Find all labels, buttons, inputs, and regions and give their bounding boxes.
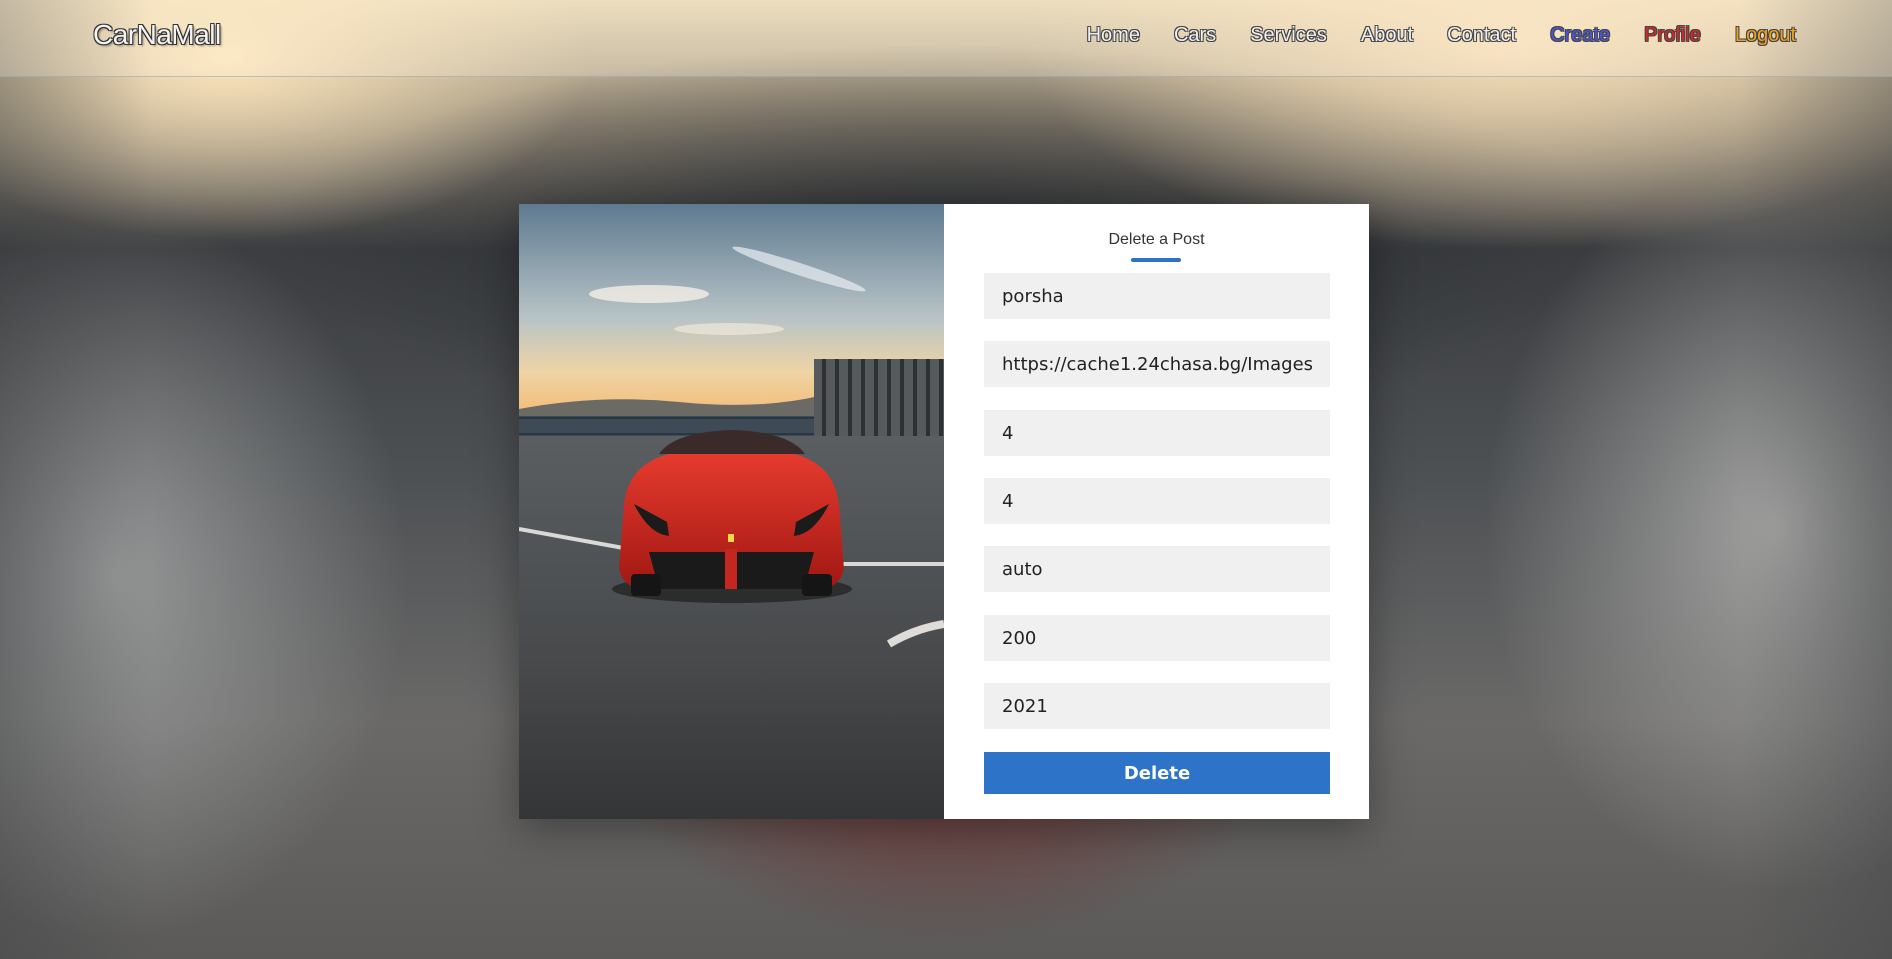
form-title: Delete a Post	[1108, 231, 1205, 248]
site-logo[interactable]: CarNaMall	[93, 19, 221, 51]
nav-create[interactable]: Create	[1550, 24, 1610, 47]
nav-about[interactable]: About	[1361, 24, 1413, 47]
nav-contact[interactable]: Contact	[1447, 24, 1516, 47]
price-input[interactable]	[984, 615, 1330, 661]
nav-logout[interactable]: Logout	[1735, 24, 1796, 47]
seats-input[interactable]	[984, 410, 1330, 456]
nav-cars[interactable]: Cars	[1174, 24, 1216, 47]
title-underline	[1131, 258, 1181, 262]
image-url-input[interactable]	[984, 341, 1330, 387]
car-photo	[519, 204, 944, 819]
make-input[interactable]	[984, 273, 1330, 319]
delete-button[interactable]: Delete	[984, 752, 1330, 794]
main-nav: Home Cars Services About Contact Create …	[1087, 24, 1796, 47]
nav-home[interactable]: Home	[1087, 24, 1140, 47]
delete-post-form: Delete a Post Delete	[944, 204, 1369, 819]
year-input[interactable]	[984, 683, 1330, 729]
nav-services[interactable]: Services	[1250, 24, 1327, 47]
transmission-input[interactable]	[984, 546, 1330, 592]
doors-input[interactable]	[984, 478, 1330, 524]
delete-post-card: Delete a Post Delete	[519, 204, 1369, 819]
nav-profile[interactable]: Profile	[1644, 24, 1701, 47]
site-header: CarNaMall Home Cars Services About Conta…	[0, 0, 1892, 77]
red-sports-car-icon	[519, 204, 944, 819]
